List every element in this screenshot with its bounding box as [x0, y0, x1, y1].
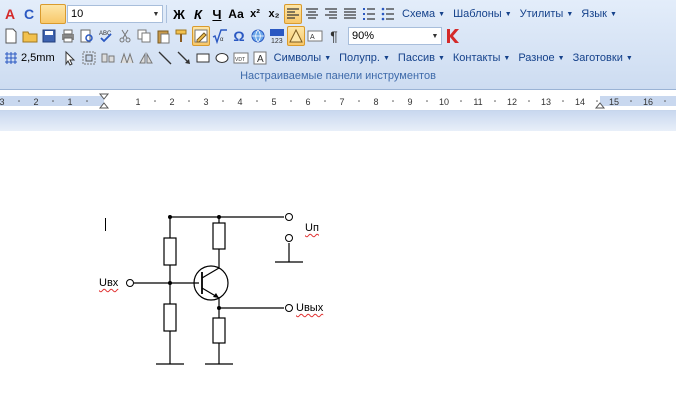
junction	[217, 306, 221, 310]
junction	[168, 281, 172, 285]
resistor-r2	[163, 303, 177, 332]
terminal-output	[285, 304, 293, 312]
transistor-circuit-diagram	[126, 213, 303, 365]
resistor-rc	[212, 222, 226, 250]
transistor-collector	[201, 267, 220, 279]
label-u-out: Uвых	[296, 302, 324, 314]
transistor-body	[193, 265, 229, 301]
resistor-re	[212, 317, 226, 344]
terminal-input	[126, 279, 134, 287]
label-u-in: Uвх	[99, 277, 119, 289]
junction	[217, 215, 221, 219]
resistor-r1	[163, 237, 177, 266]
junction	[168, 215, 172, 219]
label-u-p: Uп	[305, 222, 319, 234]
terminal-supply	[285, 213, 293, 221]
terminal-supply-return	[285, 234, 293, 242]
